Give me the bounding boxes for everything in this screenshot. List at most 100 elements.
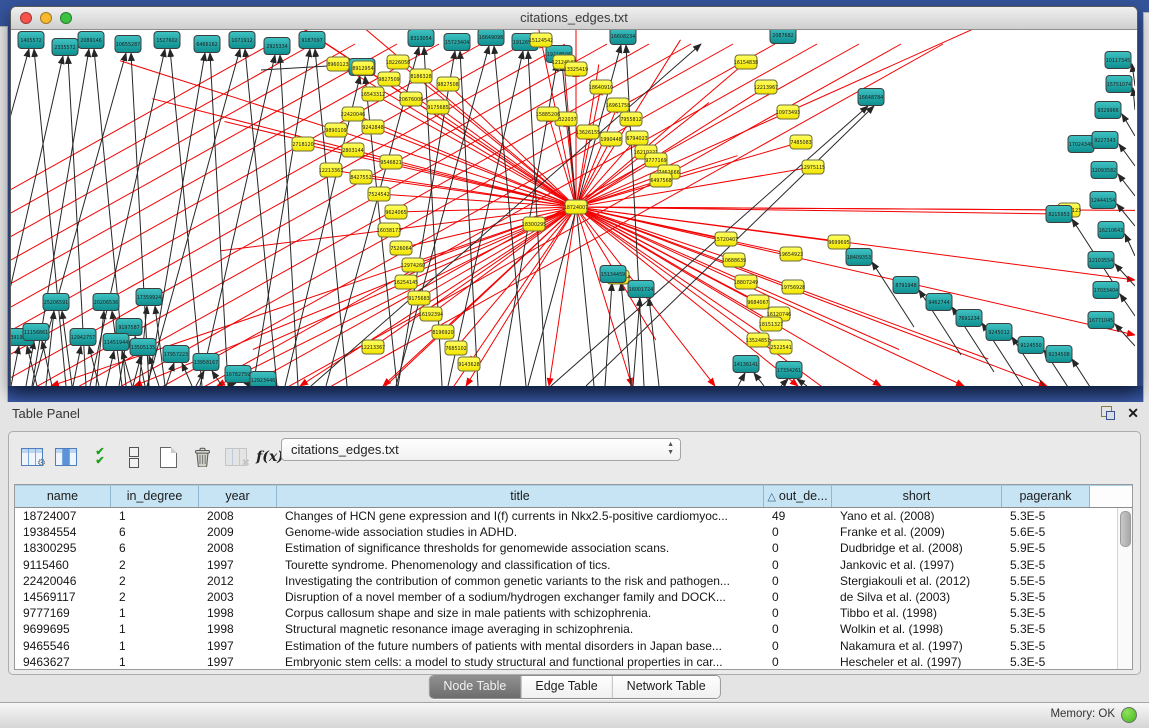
graph-node[interactable]: 9197587 — [116, 319, 142, 336]
graph-node[interactable]: 11156861 — [23, 324, 49, 341]
graph-node[interactable]: 25206591 — [43, 294, 69, 311]
graph-node[interactable]: 8427552 — [350, 170, 372, 184]
graph-node[interactable]: 10117345 — [1105, 52, 1131, 69]
graph-node[interactable]: 13505135 — [130, 339, 156, 356]
graph-node[interactable]: 11451944 — [103, 334, 129, 351]
graph-node[interactable]: 1405572 — [18, 32, 44, 49]
table-row[interactable]: 946554611997Estimation of the future num… — [15, 638, 1132, 654]
graph-node[interactable]: 18226058 — [386, 55, 410, 69]
row-height-icon[interactable] — [121, 444, 147, 470]
graph-node[interactable]: 6466162 — [194, 36, 220, 53]
graph-node[interactable]: 9227343 — [1092, 132, 1118, 149]
graph-node[interactable]: 8912954 — [352, 61, 374, 75]
vertical-scrollbar[interactable] — [1117, 508, 1132, 670]
table-row[interactable]: 946362711997Embryonic stem cells: a mode… — [15, 654, 1132, 670]
graph-node[interactable]: 9624065 — [385, 205, 407, 219]
graph-node[interactable]: 16961758 — [606, 98, 630, 112]
graph-node[interactable]: 16038173 — [377, 223, 401, 237]
graph-node[interactable]: 9462744 — [926, 294, 952, 311]
graph-node[interactable]: 2087682 — [770, 30, 796, 44]
graph-node[interactable]: 7526064 — [390, 241, 412, 255]
graph-node[interactable]: 17024348 — [1068, 136, 1094, 153]
graph-node[interactable]: 8196920 — [432, 325, 454, 339]
graph-node[interactable]: 2803144 — [342, 143, 364, 157]
graph-node[interactable]: 13524851 — [746, 333, 770, 347]
graph-node[interactable]: 9143628 — [458, 357, 480, 371]
graph-node[interactable]: 18640910 — [589, 80, 613, 94]
graph-node[interactable]: 20206536 — [93, 294, 119, 311]
delete-column-icon[interactable] — [189, 444, 215, 470]
graph-node[interactable]: 13958167 — [193, 354, 219, 371]
graph-node[interactable]: 12975115 — [801, 160, 825, 174]
graph-node[interactable]: 12923446 — [250, 372, 276, 387]
graph-node[interactable]: 16771045 — [1088, 312, 1114, 329]
graph-node[interactable]: 15885206 — [536, 107, 560, 121]
graph-node[interactable]: 9699695 — [828, 235, 850, 249]
graph-node[interactable]: 16254145 — [394, 275, 418, 289]
table-options-icon[interactable]: ⚙ — [19, 444, 45, 470]
tab-node-table[interactable]: Node Table — [429, 676, 521, 698]
column-header-name[interactable]: name — [15, 485, 111, 507]
graph-node[interactable]: 16001724 — [628, 281, 654, 298]
column-header-out_de[interactable]: △out_de... — [764, 485, 832, 507]
table-row[interactable]: 1830029562008Estimation of significance … — [15, 540, 1132, 556]
graph-node[interactable]: 10973493 — [776, 105, 800, 119]
graph-node[interactable]: 2335572 — [52, 39, 78, 56]
graph-node[interactable]: 7691234 — [956, 310, 982, 327]
graph-node[interactable]: 7685102 — [445, 341, 467, 355]
graph-node[interactable]: 12942757 — [70, 329, 96, 346]
tab-edge-table[interactable]: Edge Table — [521, 676, 612, 698]
graph-node[interactable]: 1990448 — [600, 132, 622, 146]
graph-node[interactable]: 17033404 — [1093, 282, 1119, 299]
graph-node[interactable]: 18409353 — [846, 249, 872, 266]
graph-node[interactable]: 9827509 — [378, 72, 400, 86]
graph-node[interactable]: 8791948 — [893, 277, 919, 294]
network-canvas[interactable]: 1405572233557220891461065528715276026466… — [11, 30, 1135, 386]
graph-node[interactable]: 14136141 — [733, 356, 759, 373]
graph-node[interactable]: 12974260 — [401, 258, 425, 272]
graph-node[interactable]: 20676008 — [399, 92, 423, 106]
graph-node[interactable]: 9684067 — [747, 295, 769, 309]
float-panel-icon[interactable] — [1101, 406, 1115, 420]
graph-node[interactable]: 12213967 — [754, 80, 778, 94]
table-row[interactable]: 977716911998Corpus callosum shape and si… — [15, 605, 1132, 621]
graph-node[interactable]: 17359924 — [136, 289, 162, 306]
show-column-icon[interactable] — [53, 444, 79, 470]
tab-network-table[interactable]: Network Table — [613, 676, 720, 698]
window-titlebar[interactable]: citations_edges.txt — [11, 7, 1137, 30]
column-header-short[interactable]: short — [832, 485, 1002, 507]
graph-node[interactable]: 18151327 — [759, 317, 783, 331]
table-row[interactable]: 969969511998Structural magnetic resonanc… — [15, 621, 1132, 637]
graph-node[interactable]: 9242848 — [362, 120, 384, 134]
table-row[interactable]: 2242004622012Investigating the contribut… — [15, 573, 1132, 589]
table-select-combo[interactable]: citations_edges.txt ▲▼ — [281, 438, 681, 461]
graph-node[interactable]: 10655287 — [115, 36, 141, 53]
graph-node[interactable]: 6794023 — [626, 131, 648, 145]
graph-node[interactable]: 19756928 — [781, 280, 805, 294]
graph-node[interactable]: 7955812 — [620, 112, 642, 126]
graph-node[interactable]: 6497568 — [650, 173, 672, 187]
graph-node[interactable]: 7485083 — [790, 135, 812, 149]
graph-node[interactable]: 9234508 — [1046, 346, 1072, 363]
graph-node[interactable]: 1071912 — [229, 32, 255, 49]
graph-node[interactable]: 9890109 — [325, 123, 347, 137]
graph-node[interactable]: 16649098 — [478, 30, 504, 46]
graph-node[interactable]: 8313054 — [408, 30, 434, 47]
graph-node[interactable]: 16210643 — [1098, 222, 1124, 239]
graph-node[interactable]: 16154838 — [734, 55, 758, 69]
network-view-window[interactable]: citations_edges.txt — [10, 6, 1138, 386]
graph-node[interactable]: 17334261 — [776, 362, 802, 379]
column-header-year[interactable]: year — [199, 485, 277, 507]
table-row[interactable]: 1456911722003Disruption of a novel membe… — [15, 589, 1132, 605]
graph-node[interactable]: 2718120 — [292, 137, 314, 151]
network-graph[interactable]: 1405572233557220891461065528715276026466… — [11, 30, 1135, 386]
close-panel-icon[interactable]: ✕ — [1127, 406, 1139, 420]
table-row[interactable]: 1872400712008Changes of HCN gene express… — [15, 508, 1132, 524]
graph-node[interactable]: 16543312 — [361, 87, 385, 101]
table-row[interactable]: 911546021997Tourette syndrome. Phenomeno… — [15, 557, 1132, 573]
graph-node[interactable]: 16648784 — [858, 89, 884, 106]
graph-node[interactable]: 9245012 — [986, 324, 1012, 341]
graph-node[interactable]: 18807249 — [734, 275, 758, 289]
graph-node[interactable]: 12093582 — [1091, 162, 1117, 179]
graph-node[interactable]: 8186328 — [410, 69, 432, 83]
